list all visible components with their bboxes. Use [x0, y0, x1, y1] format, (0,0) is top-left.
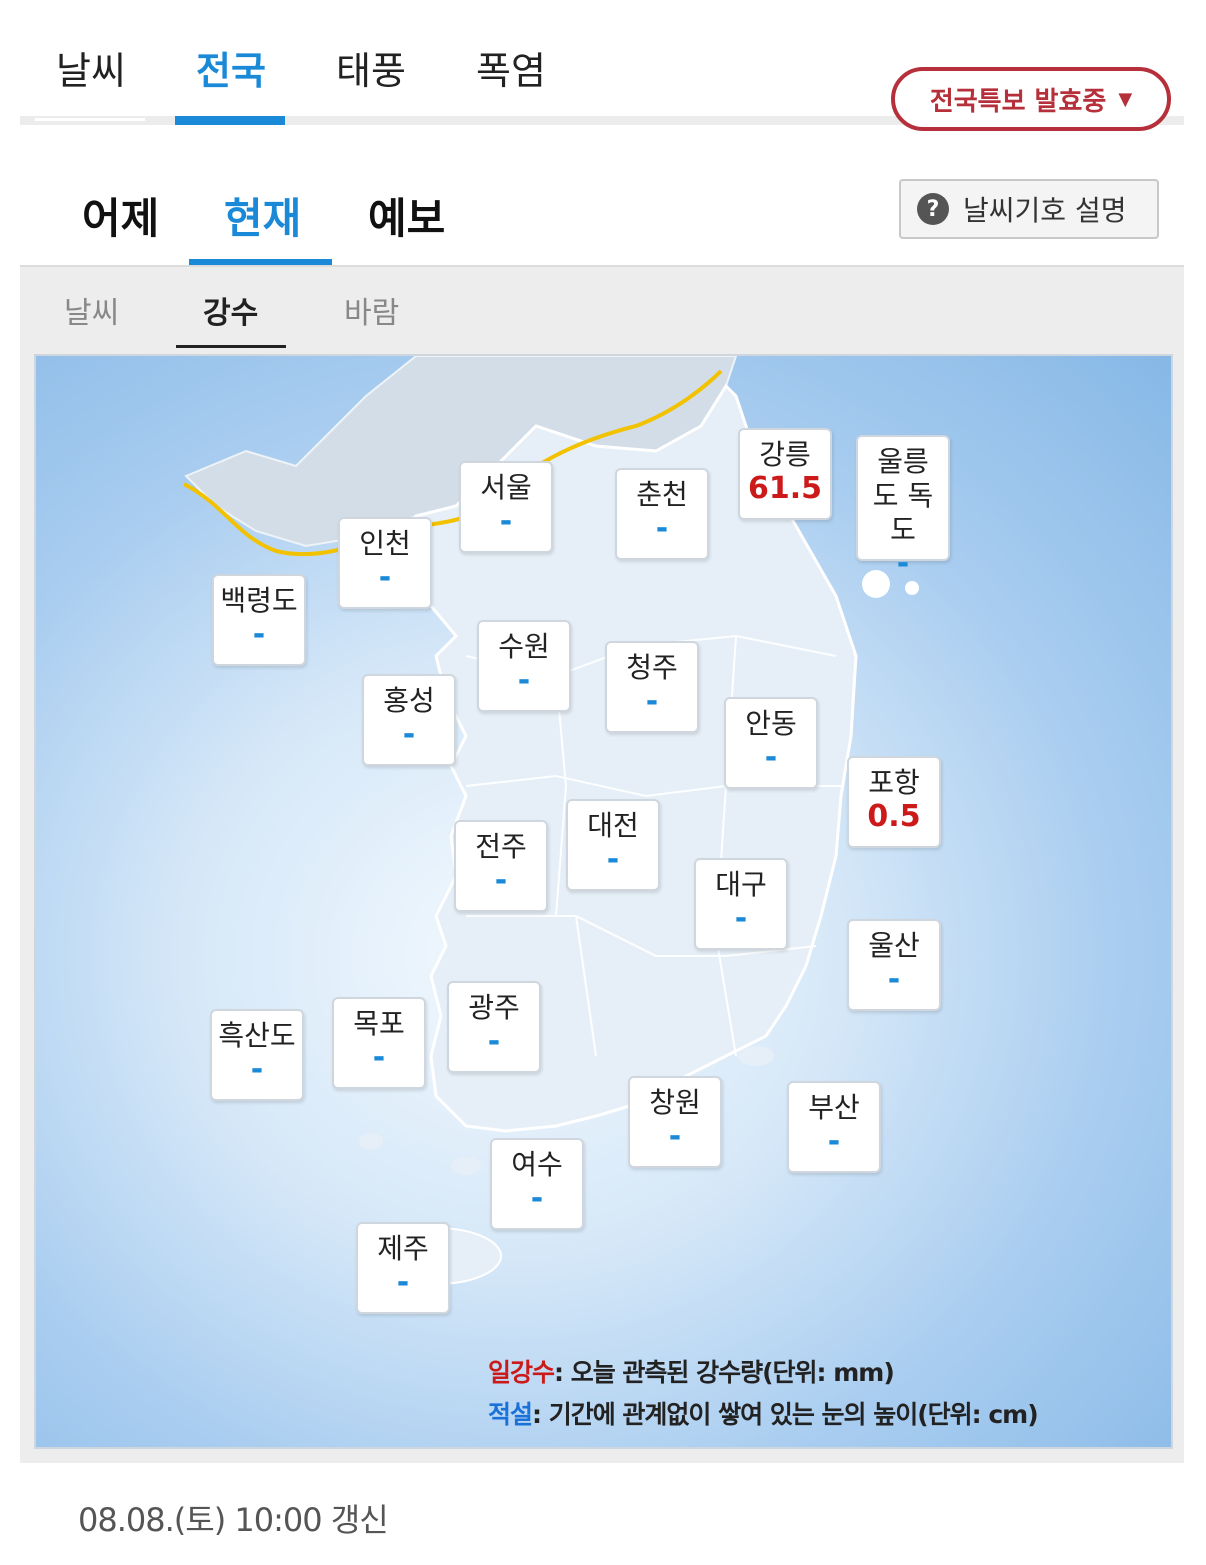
dokdo-island [905, 581, 919, 595]
city-daegu[interactable]: 대구 - [694, 858, 788, 950]
legend-rain-desc: : 오늘 관측된 강수량(단위: mm) [554, 1358, 895, 1387]
korea-map-graphic [183, 356, 919, 1285]
ter-tab-active-indicator [176, 345, 286, 348]
weather-warning-button[interactable]: 전국특보 발효중 ▼ [891, 67, 1171, 131]
city-mokpo[interactable]: 목포 - [332, 997, 426, 1089]
update-timestamp: 08.08.(토) 10:00 갱신 [78, 1501, 389, 1539]
city-suwon[interactable]: 수원 - [477, 620, 571, 712]
city-gangneung[interactable]: 강릉 61.5 [738, 428, 832, 520]
weather-symbol-guide-button[interactable]: ? 날씨기호 설명 [899, 179, 1159, 239]
caret-down-icon: ▼ [1118, 88, 1133, 110]
sub-tab-forecast[interactable]: 예보 [368, 185, 445, 246]
top-tab-weather[interactable]: 날씨 [56, 40, 126, 95]
sub-tab-yesterday[interactable]: 어제 [82, 185, 159, 246]
weather-warning-label: 전국특보 발효중 [929, 86, 1107, 117]
sub-tab-current[interactable]: 현재 [224, 185, 301, 246]
city-ulsan[interactable]: 울산 - [847, 919, 941, 1011]
map-legend: 일강수: 오늘 관측된 강수량(단위: mm) 적설: 기간에 관계없이 쌓여 … [488, 1352, 1039, 1436]
ter-tab-precipitation[interactable]: 강수 [203, 288, 258, 332]
city-seoul[interactable]: 서울 - [459, 461, 553, 553]
city-ulleungdo-dokdo[interactable]: 울릉도 독도 - [856, 435, 950, 581]
top-tab-typhoon[interactable]: 태풍 [336, 40, 406, 95]
city-gwangju[interactable]: 광주 - [447, 981, 541, 1073]
city-hongseong[interactable]: 홍성 - [362, 674, 456, 766]
ter-tab-wind[interactable]: 바람 [344, 288, 399, 332]
legend-snow-row: 적설: 기간에 관계없이 쌓여 있는 눈의 높이(단위: cm) [488, 1394, 1039, 1436]
precipitation-map: 서울 - 춘천 - 강릉 61.5 울릉도 독도 - 인천 - 백령도 - 수원… [34, 354, 1173, 1449]
legend-snow-term: 적설 [488, 1400, 533, 1429]
top-tab-nationwide[interactable]: 전국 [196, 40, 266, 95]
city-pohang[interactable]: 포항 0.5 [847, 756, 941, 848]
top-tab-baseline-gap [35, 118, 145, 121]
top-tab-active-indicator [175, 116, 285, 125]
city-daejeon[interactable]: 대전 - [566, 799, 660, 891]
city-chuncheon[interactable]: 춘천 - [615, 468, 709, 560]
ter-tab-weather[interactable]: 날씨 [64, 288, 119, 332]
city-baengnyeongdo[interactable]: 백령도 - [212, 574, 306, 666]
city-busan[interactable]: 부산 - [787, 1081, 881, 1173]
legend-rain-term: 일강수 [488, 1358, 555, 1387]
city-jeonju[interactable]: 전주 - [454, 820, 548, 912]
city-jeju[interactable]: 제주 - [356, 1222, 450, 1314]
legend-rain-row: 일강수: 오늘 관측된 강수량(단위: mm) [488, 1352, 1038, 1394]
city-incheon[interactable]: 인천 - [338, 517, 432, 609]
city-yeosu[interactable]: 여수 - [490, 1138, 584, 1230]
city-cheongju[interactable]: 청주 - [605, 641, 699, 733]
weather-symbol-guide-label: 날씨기호 설명 [963, 194, 1127, 227]
legend-snow-desc: : 기간에 관계없이 쌓여 있는 눈의 높이(단위: cm) [532, 1400, 1039, 1429]
city-changwon[interactable]: 창원 - [628, 1076, 722, 1168]
south-islands [359, 1133, 383, 1149]
city-heuksando[interactable]: 흑산도 - [210, 1009, 304, 1101]
city-andong[interactable]: 안동 - [724, 697, 818, 789]
top-tab-heatwave[interactable]: 폭염 [476, 40, 546, 95]
question-icon: ? [917, 193, 949, 225]
